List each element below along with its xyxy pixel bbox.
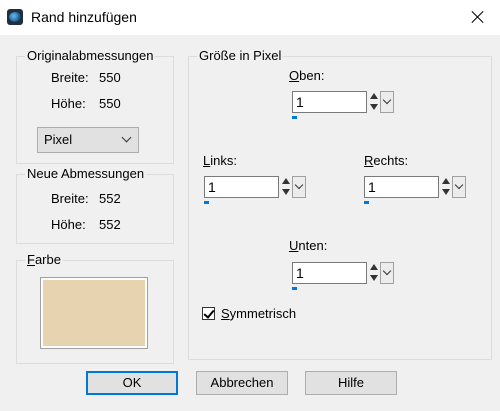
left-input-value: 1 [208, 179, 216, 195]
group-title-new: Neue Abmessungen [25, 166, 147, 182]
bottom-slider[interactable] [292, 287, 367, 290]
original-height-value: 550 [99, 96, 121, 111]
original-width-label: Breite: [51, 70, 89, 85]
top-input-value: 1 [296, 94, 304, 110]
new-dimensions-group: Neue Abmessungen Breite: 552 Höhe: 552 [16, 166, 174, 244]
right-input[interactable]: 1 [364, 176, 439, 198]
spin-down-icon[interactable] [442, 189, 450, 195]
spin-up-icon[interactable] [442, 178, 450, 184]
symmetric-label[interactable]: Symmetrisch [221, 306, 296, 322]
bottom-dropdown-button[interactable] [380, 262, 394, 284]
top-field: 1 [292, 91, 394, 121]
left-label: Links: [203, 153, 237, 168]
top-spinner[interactable] [368, 91, 380, 113]
bottom-label: Unten: [289, 238, 328, 253]
help-button[interactable]: Hilfe [305, 371, 397, 395]
top-dropdown-button[interactable] [380, 91, 394, 113]
spin-down-icon[interactable] [370, 104, 378, 110]
top-slider[interactable] [292, 116, 367, 119]
right-input-value: 1 [368, 179, 376, 195]
right-spinner[interactable] [440, 176, 452, 198]
group-title-size: Größe in Pixel [197, 48, 284, 64]
bottom-spinner[interactable] [368, 262, 380, 284]
left-slider-fill [204, 201, 209, 204]
group-title-original: Originalabmessungen [25, 48, 156, 64]
left-input[interactable]: 1 [204, 176, 279, 198]
original-dimensions-group: Originalabmessungen Breite: 550 Höhe: 55… [16, 48, 174, 164]
spin-up-icon[interactable] [370, 93, 378, 99]
unit-select-value: Pixel [44, 132, 73, 147]
spin-up-icon[interactable] [370, 264, 378, 270]
right-label: Rechts: [364, 153, 409, 168]
close-icon[interactable] [464, 4, 492, 30]
cancel-button[interactable]: Abbrechen [196, 371, 288, 395]
top-label: Oben: [289, 68, 325, 83]
new-height-value: 552 [99, 217, 121, 232]
original-width-value: 550 [99, 70, 121, 85]
spin-down-icon[interactable] [370, 275, 378, 281]
new-width-label: Breite: [51, 191, 89, 206]
new-height-label: Höhe: [51, 217, 86, 232]
right-slider-fill [364, 201, 369, 204]
spin-up-icon[interactable] [282, 178, 290, 184]
title-bar: Rand hinzufügen [0, 0, 500, 35]
ok-button[interactable]: OK [86, 371, 178, 395]
original-height-label: Höhe: [51, 96, 86, 111]
right-field: 1 [364, 176, 466, 206]
unit-select[interactable]: Pixel [37, 127, 139, 153]
left-spinner[interactable] [280, 176, 292, 198]
chevron-down-icon [121, 132, 132, 143]
top-slider-fill [292, 116, 297, 119]
bottom-field: 1 [292, 262, 394, 292]
new-width-value: 552 [99, 191, 121, 206]
spin-down-icon[interactable] [282, 189, 290, 195]
left-field: 1 [204, 176, 306, 206]
bottom-input-value: 1 [296, 265, 304, 281]
group-title-color: Farbe [25, 252, 63, 268]
app-icon [7, 9, 23, 25]
left-slider[interactable] [204, 201, 279, 204]
bottom-slider-fill [292, 287, 297, 290]
window-title: Rand hinzufügen [31, 9, 137, 25]
right-slider[interactable] [364, 201, 439, 204]
symmetric-checkbox[interactable] [202, 307, 215, 320]
bottom-input[interactable]: 1 [292, 262, 367, 284]
color-swatch-fill [43, 280, 145, 346]
right-dropdown-button[interactable] [452, 176, 466, 198]
dialog-body: Originalabmessungen Breite: 550 Höhe: 55… [0, 35, 500, 411]
top-input[interactable]: 1 [292, 91, 367, 113]
color-swatch[interactable] [40, 277, 148, 349]
left-dropdown-button[interactable] [292, 176, 306, 198]
